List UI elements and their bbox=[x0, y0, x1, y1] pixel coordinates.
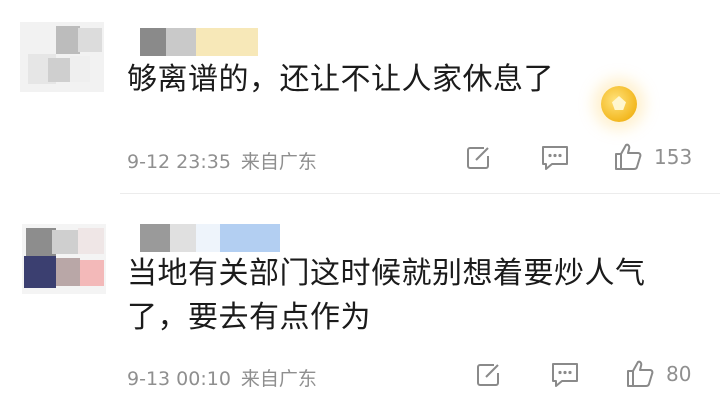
comment-meta: 9-13 00:10 来自广东 bbox=[127, 364, 317, 391]
comment-item: 够离谱的，还让不让人家休息了 9-12 23:35 来自广东 153 bbox=[0, 0, 720, 194]
gold-coin-badge bbox=[601, 86, 637, 122]
comment-text-line: 了，要去有点作为 bbox=[127, 300, 371, 335]
like-button[interactable]: 153 bbox=[612, 141, 692, 173]
comment-location: 来自广东 bbox=[240, 151, 317, 173]
like-icon bbox=[615, 143, 642, 170]
comment-item: 当地有关部门这时候就别想着要炒人气 了，要去有点作为 9-13 00:10 来自广… bbox=[0, 196, 720, 412]
username[interactable] bbox=[140, 224, 282, 252]
comment-meta: 9-12 23:35 来自广东 bbox=[127, 147, 317, 174]
like-count: 80 bbox=[666, 362, 692, 386]
comment-button[interactable] bbox=[550, 361, 580, 389]
divider bbox=[120, 193, 720, 194]
username[interactable] bbox=[140, 28, 260, 56]
avatar[interactable] bbox=[20, 22, 104, 92]
comment-icon bbox=[542, 146, 568, 170]
comment-text: 够离谱的，还让不让人家休息了 bbox=[127, 62, 554, 97]
forward-icon bbox=[467, 147, 489, 169]
like-count: 153 bbox=[654, 145, 693, 169]
comment-button[interactable] bbox=[540, 144, 570, 172]
forward-icon bbox=[477, 364, 499, 386]
comment-text: 当地有关部门这时候就别想着要炒人气 了，要去有点作为 bbox=[127, 252, 646, 340]
forward-button[interactable] bbox=[464, 144, 492, 172]
comment-text-line: 当地有关部门这时候就别想着要炒人气 bbox=[127, 256, 646, 291]
comment-time: 9-12 23:35 bbox=[127, 151, 231, 173]
forward-button[interactable] bbox=[474, 361, 502, 389]
comment-time: 9-13 00:10 bbox=[127, 368, 231, 390]
like-icon bbox=[627, 360, 654, 387]
avatar[interactable] bbox=[22, 224, 106, 294]
like-button[interactable]: 80 bbox=[624, 358, 691, 390]
comment-location: 来自广东 bbox=[240, 368, 317, 390]
comment-icon bbox=[552, 363, 578, 387]
